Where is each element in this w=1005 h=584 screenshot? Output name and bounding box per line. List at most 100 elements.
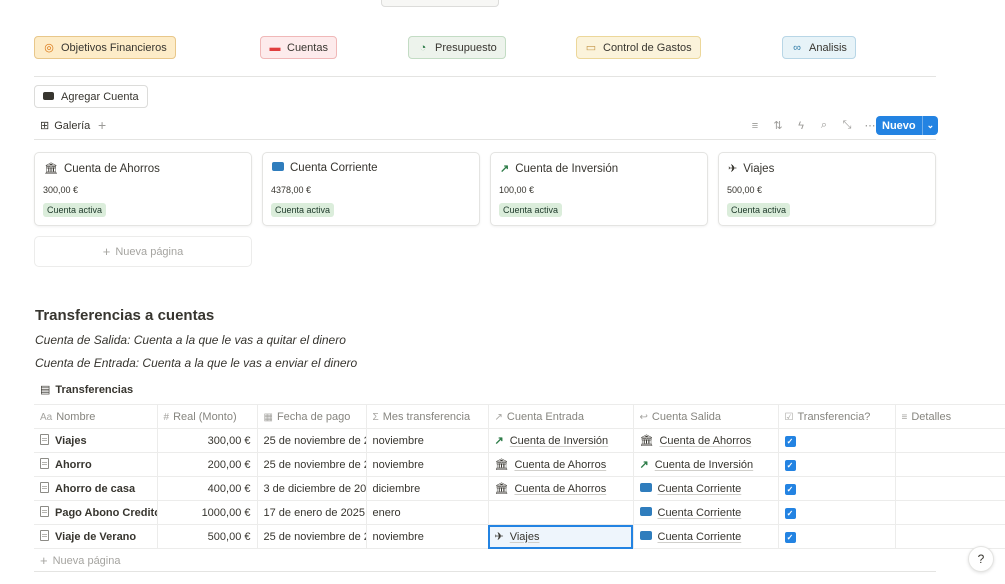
cell-name[interactable]: Ahorro (34, 452, 158, 477)
nav-analisis[interactable]: ∞ Analisis (782, 36, 856, 59)
cell-month[interactable]: noviembre (366, 452, 489, 477)
cell-cuenta-entrada[interactable]: 🏛︎ Cuenta de Ahorros (488, 452, 634, 477)
filter-icon[interactable]: ≡ (748, 120, 762, 132)
relation-link[interactable]: Cuenta Corriente (658, 483, 742, 495)
account-card[interactable]: ✈︎ Viajes 500,00 € Cuenta activa (718, 152, 936, 226)
cell-detalles[interactable] (895, 524, 1005, 549)
table-row[interactable]: Viajes 300,00 €25 de noviembre de 2024nov… (34, 428, 1005, 453)
status-badge: Cuenta activa (43, 203, 107, 217)
cell-date[interactable]: 3 de diciembre de 2024 (257, 476, 367, 501)
tab-gallery[interactable]: ⊞ Galería (40, 119, 90, 133)
search-icon[interactable]: ⌕ (817, 119, 831, 132)
column-header[interactable]: ☑ Transferencia? (778, 404, 896, 429)
cell-date[interactable]: 25 de noviembre de 2024 (257, 524, 367, 549)
cell-amount[interactable]: 200,00 € (157, 452, 258, 477)
column-header[interactable]: # Real (Monto) (157, 404, 258, 429)
account-card[interactable]: ↗ Cuenta de Inversión 100,00 € Cuenta activ… (490, 152, 708, 226)
account-card[interactable]: Cuenta Corriente 4378,00 € Cuenta activa (262, 152, 480, 226)
table-row[interactable]: Pago Abono Credito 1000,00 €17 de enero d… (34, 500, 1005, 525)
automation-icon[interactable]: ϟ (794, 120, 808, 132)
column-header[interactable]: ↩ Cuenta Salida (633, 404, 779, 429)
cell-name[interactable]: Ahorro de casa (34, 476, 158, 501)
cell-cuenta-salida[interactable]: Cuenta Corriente (633, 500, 779, 525)
cell-cuenta-entrada[interactable]: ✈︎ Viajes (488, 524, 634, 549)
column-header[interactable]: ▦ Fecha de pago (257, 404, 367, 429)
cell-transferencia[interactable]: ✓ (778, 428, 896, 453)
cell-amount[interactable]: 500,00 € (157, 524, 258, 549)
cell-month[interactable]: noviembre (366, 524, 489, 549)
cell-name[interactable]: Viajes (34, 428, 158, 453)
relation-link[interactable]: Cuenta de Ahorros (514, 459, 606, 471)
column-type-icon: Σ (372, 411, 379, 423)
cell-cuenta-entrada[interactable] (488, 500, 634, 525)
nav-label: Presupuesto (435, 41, 497, 54)
account-card[interactable]: 🏛︎ Cuenta de Ahorros 300,00 € Cuenta activa (34, 152, 252, 226)
cell-month[interactable]: noviembre (366, 428, 489, 453)
relation-link[interactable]: Cuenta Corriente (658, 507, 742, 519)
relation-link[interactable]: Cuenta de Inversión (655, 459, 753, 471)
cell-cuenta-entrada[interactable]: ↗ Cuenta de Inversión (488, 428, 634, 453)
table-row[interactable]: Ahorro de casa 400,00 €3 de diciembre de … (34, 476, 1005, 501)
cell-month[interactable]: diciembre (366, 476, 489, 501)
cell-transferencia[interactable]: ✓ (778, 452, 896, 477)
relation-link[interactable]: Cuenta de Ahorros (659, 435, 751, 447)
more-icon[interactable]: ⋯ (863, 119, 877, 132)
column-header[interactable]: ↗ Cuenta Entrada (488, 404, 634, 429)
table-row[interactable]: Ahorro 200,00 €25 de noviembre de 2024nov… (34, 452, 1005, 477)
checkbox-checked-icon[interactable]: ✓ (784, 483, 796, 495)
relation-link[interactable]: Cuenta de Ahorros (514, 483, 606, 495)
chevron-down-icon[interactable]: ⌄ (921, 116, 939, 135)
cell-cuenta-salida[interactable]: ↗ Cuenta de Inversión (633, 452, 779, 477)
relation-link[interactable]: Viajes (510, 531, 540, 543)
cell-detalles[interactable] (895, 452, 1005, 477)
sort-icon[interactable]: ⇅ (771, 119, 785, 132)
cell-cuenta-entrada[interactable]: 🏛︎ Cuenta de Ahorros (488, 476, 634, 501)
relation-link[interactable]: Cuenta Corriente (658, 531, 742, 543)
help-button[interactable]: ? (968, 546, 994, 572)
cell-date[interactable]: 25 de noviembre de 2024 (257, 428, 367, 453)
cell-transferencia[interactable]: ✓ (778, 524, 896, 549)
checkbox-checked-icon[interactable]: ✓ (784, 459, 796, 471)
cell-detalles[interactable] (895, 476, 1005, 501)
cell-amount[interactable]: 300,00 € (157, 428, 258, 453)
checkbox-checked-icon[interactable]: ✓ (784, 507, 796, 519)
table-new-page-button[interactable]: + Nueva página (40, 553, 120, 568)
column-header[interactable]: Σ Mes transferencia (366, 404, 489, 429)
nav-cuentas[interactable]: ▬ Cuentas (260, 36, 337, 59)
checkbox-checked-icon[interactable]: ✓ (784, 531, 796, 543)
cell-cuenta-salida[interactable]: Cuenta Corriente (633, 524, 779, 549)
table-row[interactable]: Viaje de Verano 500,00 €25 de noviembre d… (34, 524, 1005, 549)
cell-date[interactable]: 25 de noviembre de 2024 (257, 452, 367, 477)
expand-icon[interactable]: ⤡ (840, 119, 854, 132)
new-button[interactable]: Nuevo ⌄ (876, 116, 939, 135)
cell-name[interactable]: Viaje de Verano (34, 524, 158, 549)
cell-amount[interactable]: 400,00 € (157, 476, 258, 501)
new-page-card[interactable]: + Nueva página (34, 236, 252, 267)
cell-cuenta-salida[interactable]: 🏛︎ Cuenta de Ahorros (633, 428, 779, 453)
relation-link[interactable]: Cuenta de Inversión (510, 435, 608, 447)
nav-objetivos-financieros[interactable]: ◎ Objetivos Financieros (34, 36, 176, 59)
nav-presupuesto[interactable]: ◔ Presupuesto (408, 36, 506, 59)
add-view-button[interactable]: + (98, 117, 106, 133)
cell-detalles[interactable] (895, 500, 1005, 525)
column-header[interactable]: ≡ Detalles (895, 404, 1005, 429)
tab-transferencias[interactable]: ▤ Transferencias (40, 383, 133, 397)
cell-amount[interactable]: 1000,00 € (157, 500, 258, 525)
cell-detalles[interactable] (895, 428, 1005, 453)
status-badge: Cuenta activa (271, 203, 335, 217)
cell-month[interactable]: enero (366, 500, 489, 525)
cell-transferencia[interactable]: ✓ (778, 476, 896, 501)
cell-cuenta-salida[interactable]: Cuenta Corriente (633, 476, 779, 501)
cell-name[interactable]: Pago Abono Credito (34, 500, 158, 525)
add-account-button[interactable]: Agregar Cuenta (34, 85, 148, 108)
row-name: Pago Abono Credito (55, 507, 157, 519)
column-header[interactable]: Aa Nombre (34, 404, 158, 429)
top-button-stub[interactable] (381, 0, 499, 7)
cell-transferencia[interactable]: ✓ (778, 500, 896, 525)
column-label: Fecha de pago (276, 410, 351, 423)
checkbox-checked-icon[interactable]: ✓ (784, 435, 796, 447)
column-type-icon: ☑ (784, 411, 794, 423)
card-icon (639, 506, 652, 519)
cell-date[interactable]: 17 de enero de 2025 (257, 500, 367, 525)
nav-control-de-gastos[interactable]: ▭ Control de Gastos (576, 36, 701, 59)
